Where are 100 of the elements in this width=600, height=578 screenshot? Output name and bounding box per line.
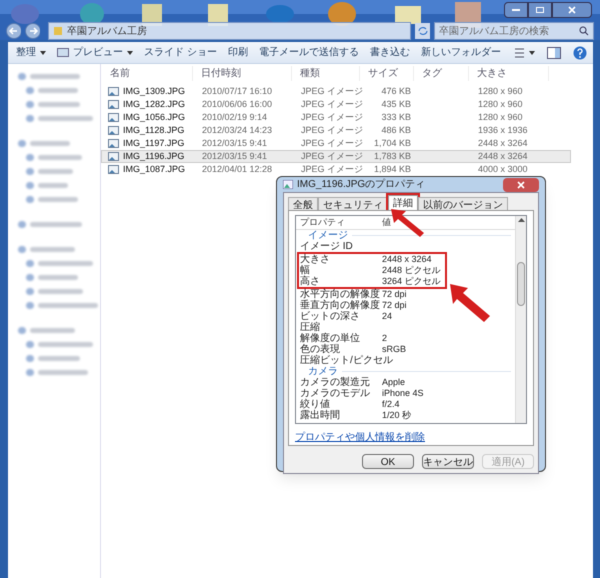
- table-cell-text: 2448 x 3264: [477, 136, 529, 150]
- close-button[interactable]: [552, 2, 592, 18]
- table-cell-text: 1,783 KB: [372, 150, 412, 163]
- property-name: 圧縮: [300, 322, 320, 333]
- toolbar-button[interactable]: 電子メールで送信する: [258, 45, 359, 60]
- caret-icon: [40, 50, 46, 54]
- property-name: イメージ ID: [300, 241, 354, 252]
- help-icon[interactable]: [573, 46, 587, 60]
- close-icon: [517, 180, 525, 188]
- image-file-icon: [283, 180, 293, 189]
- property-name: 幅: [300, 265, 311, 276]
- view-icon[interactable]: [515, 47, 535, 59]
- file-name: IMG_1282.JPG: [123, 98, 186, 111]
- address-bar[interactable]: 卒園アルバム工房: [48, 22, 412, 40]
- column-header[interactable]: プロパティ: [300, 216, 382, 230]
- caret-icon: [127, 50, 133, 54]
- property-value: 72 dpi: [382, 289, 407, 300]
- column-header[interactable]: サイズ: [360, 66, 414, 80]
- table-cell-text: 435 KB: [380, 98, 412, 111]
- maximize-button[interactable]: [528, 2, 552, 18]
- table-cell-text: 2012/03/15 9:41: [201, 136, 268, 150]
- table-cell-text: JPEG イメージ: [300, 84, 361, 98]
- property-name: ビットの深さ: [300, 311, 361, 322]
- pointer-arrow: [448, 282, 492, 324]
- column-header[interactable]: 値: [382, 216, 511, 230]
- address-text: 卒園アルバム工房: [66, 24, 147, 38]
- image-file-icon: [108, 139, 119, 148]
- file-name: IMG_1309.JPG: [123, 84, 186, 98]
- tab[interactable]: セキュリティ: [318, 197, 388, 210]
- property-name: 絞り値: [300, 399, 331, 410]
- toolbar-button[interactable]: 新しいフォルダー: [420, 45, 501, 60]
- column-header[interactable]: 日付時刻: [193, 66, 292, 80]
- tab[interactable]: 全般: [288, 197, 318, 210]
- property-name: 露出時間: [300, 410, 341, 421]
- table-cell-text: 476 KB: [380, 84, 412, 98]
- column-header[interactable]: 名前: [101, 66, 193, 80]
- table-cell-text: 2010/06/06 16:00: [201, 98, 274, 111]
- property-name: 水平方向の解像度: [300, 289, 381, 300]
- forward-icon[interactable]: [24, 23, 40, 39]
- property-name: 解像度の単位: [300, 333, 361, 344]
- property-name: 高さ: [300, 276, 321, 287]
- toolbar-button[interactable]: プレビュー: [57, 45, 133, 60]
- property-name: カメラのモデル: [300, 388, 371, 399]
- close-icon: [568, 6, 576, 14]
- property-value: 72 dpi: [382, 300, 407, 311]
- toolbar-button[interactable]: 書き込む: [370, 45, 410, 60]
- file-name: IMG_1056.JPG: [123, 110, 186, 124]
- dialog-button[interactable]: OK: [362, 454, 414, 469]
- table-cell-text: 1280 x 960: [477, 110, 524, 124]
- property-name: カメラの製造元: [300, 377, 371, 388]
- property-name: 色の表現: [300, 344, 341, 355]
- image-file-icon: [108, 87, 119, 96]
- column-header[interactable]: 大きさ: [469, 66, 549, 80]
- tab[interactable]: 詳細: [388, 195, 418, 210]
- table-cell-text: 2012/03/24 14:23: [201, 124, 274, 137]
- image-file-icon: [108, 100, 119, 109]
- table-cell-text: 1,894 KB: [372, 162, 412, 176]
- scrollbar-thumb[interactable]: [517, 262, 525, 306]
- table-cell-text: 1936 x 1936: [477, 124, 529, 137]
- property-value: 24: [382, 311, 392, 322]
- table-cell-text: 2448 x 3264: [477, 150, 529, 163]
- image-file-icon: [108, 126, 119, 135]
- minimize-button[interactable]: [504, 2, 528, 18]
- table-cell-text: 1280 x 960: [477, 98, 524, 111]
- image-file-icon: [108, 165, 119, 174]
- property-value: 2448 ピクセル: [382, 265, 441, 276]
- file-name: IMG_1196.JPG: [123, 150, 184, 163]
- scroll-up-icon[interactable]: [518, 218, 524, 222]
- column-header[interactable]: タグ: [414, 66, 469, 80]
- property-value: 3264 ピクセル: [382, 276, 441, 287]
- remove-properties-link[interactable]: プロパティや個人情報を削除: [295, 430, 527, 445]
- table-cell-text: JPEG イメージ: [300, 98, 361, 111]
- table-cell-text: 2012/04/01 12:28: [201, 162, 274, 176]
- selected-row[interactable]: IMG_1196.JPG 2012/03/15 9:41 JPEG イメージ 1,783 KB 2448 x 3264: [101, 150, 571, 163]
- preview-pane-icon[interactable]: [547, 47, 561, 59]
- scrollbar[interactable]: [515, 216, 526, 423]
- column-header[interactable]: 種類: [292, 66, 360, 80]
- dialog-button[interactable]: キャンセル: [422, 454, 474, 469]
- toolbar-button[interactable]: 印刷: [228, 45, 248, 60]
- toolbar-button[interactable]: 整理: [16, 45, 46, 60]
- table-cell-text: JPEG イメージ: [300, 124, 361, 137]
- property-value: sRGB: [382, 344, 406, 355]
- toolbar-button[interactable]: スライド ショー: [144, 45, 217, 60]
- table-cell-text: 1,704 KB: [372, 136, 412, 150]
- file-name: IMG_1128.JPG: [123, 124, 184, 137]
- property-name: 垂直方向の解像度: [300, 300, 381, 311]
- property-value: 2: [382, 333, 388, 344]
- file-name: IMG_1197.JPG: [123, 136, 184, 150]
- section-heading: イメージ: [308, 229, 348, 242]
- property-value: Apple: [382, 377, 406, 388]
- table-cell-text: JPEG イメージ: [300, 162, 361, 176]
- dialog-title: IMG_1196.JPGのプロパティ: [297, 178, 426, 192]
- tab[interactable]: 以前のバージョン: [418, 197, 508, 210]
- table-cell-text: 2012/03/15 9:41: [201, 150, 268, 163]
- search-field[interactable]: 卒園アルバム工房の検索: [434, 22, 594, 40]
- refresh-icon[interactable]: [415, 23, 430, 39]
- section-heading: カメラ: [308, 365, 338, 378]
- back-icon[interactable]: [6, 23, 21, 39]
- property-value: iPhone 4S: [382, 388, 424, 399]
- table-cell-text: 486 KB: [380, 124, 412, 137]
